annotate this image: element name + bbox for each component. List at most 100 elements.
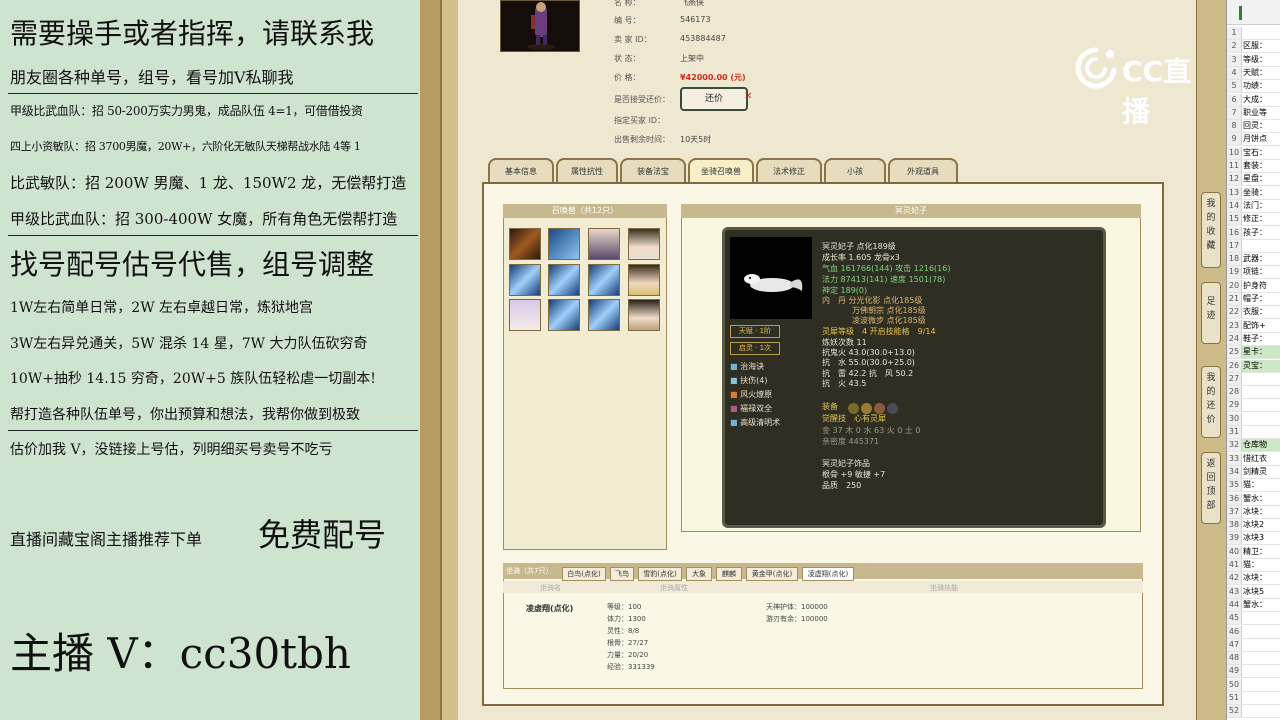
sheet-row[interactable]: 51 [1227,692,1280,705]
pet-thumbnail[interactable] [509,299,541,331]
pet-thumbnail[interactable] [588,264,620,296]
pet-stat-line: 亲密度 445371 [822,437,880,446]
bargain-button[interactable]: 还价 [680,87,748,111]
sheet-row[interactable]: 6 大成： [1227,93,1280,107]
pet-stat-line: 气血 161766(144) 攻击 1216(16) [822,264,951,273]
sheet-row[interactable]: 38 冰块2 [1227,519,1280,533]
sheet-row[interactable]: 49 [1227,665,1280,679]
sheet-row[interactable]: 18 武器： [1227,253,1280,267]
footprint-button[interactable]: 足迹 [1201,282,1221,344]
pet-thumbnail[interactable] [548,228,580,260]
promo-line: 1W左右简单日常，2W 左右卓越日常，炼狱地宫 [10,300,314,316]
sheet-row[interactable]: 14 法门： [1227,199,1280,213]
sheet-row[interactable]: 8 回灵： [1227,120,1280,134]
tab-spell-modifiers[interactable]: 法术修正 [756,158,822,184]
sheet-row[interactable]: 3 等级： [1227,53,1280,67]
pet-thumbnail[interactable] [509,228,541,260]
sheet-row[interactable]: 9 月饼点 [1227,133,1280,147]
cell-text: 武器： [1243,254,1267,264]
cell-text: 冰块2 [1243,520,1265,530]
sheet-row[interactable]: 52 [1227,705,1280,719]
cell-text: 鞋子： [1243,333,1267,343]
my-favorites-button[interactable]: 我的收藏 [1201,192,1221,268]
sheet-row[interactable]: 37 冰块： [1227,505,1280,519]
sheet-row[interactable]: 21 帽子： [1227,293,1280,306]
sheet-row[interactable]: 46 [1227,625,1280,639]
tab-equipment[interactable]: 装备法宝 [620,158,686,184]
sheet-row[interactable]: 23 配饰+ [1227,319,1280,333]
pet-thumbnail[interactable] [548,299,580,331]
tab-appearance[interactable]: 外观道具 [888,158,958,184]
sheet-row[interactable]: 4 天赋： [1227,66,1280,80]
sheet-row[interactable]: 36 蟹水： [1227,492,1280,506]
sheet-row[interactable]: 47 [1227,638,1280,652]
sheet-row[interactable]: 44 蟹水： [1227,598,1280,612]
sheet-row[interactable]: 15 修正： [1227,213,1280,227]
sheet-row[interactable]: 29 [1227,399,1280,413]
sheet-row[interactable]: 32 仓库物 [1227,439,1280,453]
sheet-row[interactable]: 48 [1227,652,1280,666]
sheet-row[interactable]: 34 剑精灵 [1227,465,1280,479]
sheet-row[interactable]: 43 冰块5 [1227,585,1280,599]
sheet-row[interactable]: 26 灵宝： [1227,359,1280,373]
sheet-row[interactable]: 35 猫： [1227,479,1280,493]
divider [8,235,418,236]
sheet-row[interactable]: 22 衣服： [1227,306,1280,320]
row-number: 33 [1227,452,1242,465]
sheet-row[interactable]: 12 星盘： [1227,173,1280,187]
sheet-row[interactable]: 42 冰块： [1227,572,1280,586]
back-to-top-button[interactable]: 返回顶部 [1201,452,1221,524]
sheet-row[interactable]: 1 [1227,27,1280,40]
sheet-row[interactable]: 30 [1227,412,1280,426]
sheet-row[interactable]: 24 鞋子： [1227,332,1280,346]
mount-tab-active[interactable]: 凌虚翔(点化) [802,567,854,581]
mount-tab[interactable]: 麒麟 [716,567,742,581]
sheet-row[interactable]: 40 精卫： [1227,545,1280,559]
mount-tab[interactable]: 大象 [686,567,712,581]
pet-skill: ■ 治海诀 [730,362,765,371]
sheet-row[interactable]: 31 [1227,426,1280,439]
mount-tab[interactable]: 飞鸟 [610,567,634,581]
mount-tab[interactable]: 雪豹(点化) [638,567,682,581]
tab-basic-info[interactable]: 基本信息 [488,158,554,184]
my-bargains-button[interactable]: 我的还价 [1201,366,1221,438]
sheet-row[interactable]: 50 [1227,678,1280,692]
sheet-row[interactable]: 10 宝石： [1227,146,1280,160]
pet-thumbnail[interactable] [588,299,620,331]
pet-thumbnail[interactable] [509,264,541,296]
sheet-row[interactable]: 5 功绩： [1227,80,1280,94]
sheet-row[interactable]: 2 区服： [1227,40,1280,54]
row-number: 42 [1227,572,1242,585]
pet-list-title: 召唤兽（共12只） [503,204,667,218]
pet-thumbnail[interactable] [628,264,660,296]
sheet-row[interactable]: 13 坐骑： [1227,186,1280,200]
sheet-row[interactable]: 16 孩子： [1227,226,1280,240]
promo-line: 朋友圈各种单号，组号，看号加Ⅴ私聊我 [10,68,294,87]
sheet-row[interactable]: 11 套装： [1227,160,1280,173]
sheet-row[interactable]: 25 星卡： [1227,346,1280,360]
pet-stat-line: 法力 87413(141) 速度 1501(78) [822,275,946,284]
sheet-row[interactable]: 28 [1227,386,1280,400]
pet-thumbnail[interactable] [548,264,580,296]
pet-thumbnail[interactable] [588,228,620,260]
pet-thumbnail[interactable] [628,299,660,331]
sheet-row[interactable]: 41 猫： [1227,559,1280,572]
sheet-row[interactable]: 27 [1227,372,1280,386]
sheet-row[interactable]: 17 [1227,239,1280,253]
sheet-row[interactable]: 39 冰块3 [1227,532,1280,546]
sheet-row[interactable]: 19 项链： [1227,266,1280,280]
tab-children[interactable]: 小孩 [824,158,886,184]
mount-tab[interactable]: 黄金甲(点化) [746,567,798,581]
cell-text: 孩子： [1243,227,1267,237]
field-value: 上架中 [680,54,704,63]
mount-tab[interactable]: 白鸟(点化) [562,567,606,581]
sheet-row[interactable]: 7 职业等 [1227,106,1280,120]
sheet-row[interactable]: 33 惜红衣 [1227,452,1280,466]
row-number: 28 [1227,386,1242,399]
tab-attributes[interactable]: 属性抗性 [556,158,618,184]
sheet-row[interactable]: 20 护身符 [1227,279,1280,293]
pet-thumbnail[interactable] [628,228,660,260]
tab-mounts-pets[interactable]: 坐骑召唤兽 [688,158,754,184]
row-number: 20 [1227,279,1242,292]
sheet-row[interactable]: 45 [1227,612,1280,626]
